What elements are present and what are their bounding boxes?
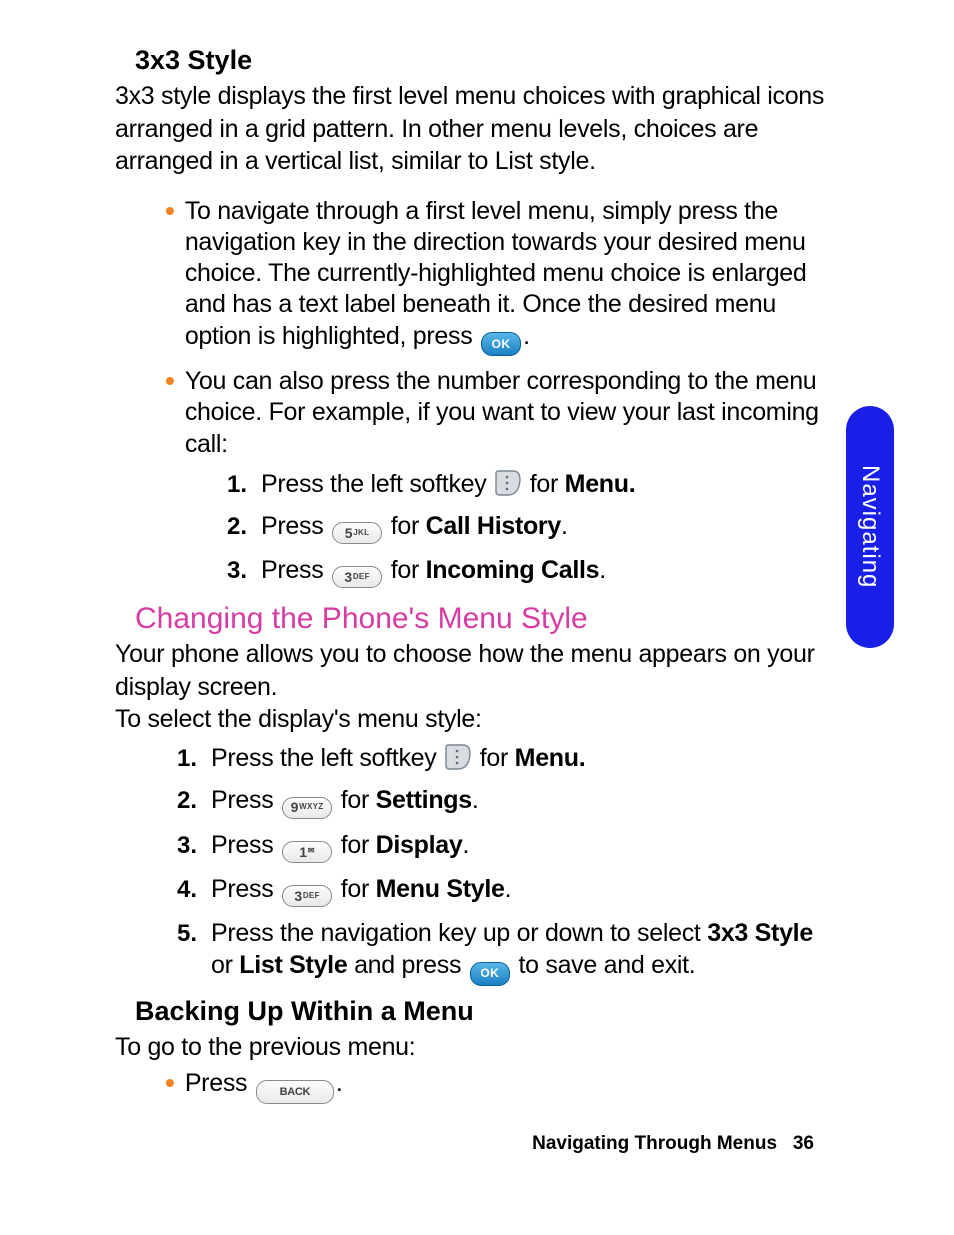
step-number: 2. bbox=[227, 513, 261, 541]
bullet-text: Press BACK. bbox=[185, 1068, 343, 1105]
text: . bbox=[462, 831, 469, 859]
bold-text: 3x3 Style bbox=[707, 919, 813, 947]
text: . bbox=[561, 512, 568, 540]
bullet-icon: • bbox=[165, 366, 175, 397]
step-text: Press the left softkey for Menu. bbox=[211, 742, 585, 775]
step-number: 3. bbox=[177, 832, 211, 860]
footer-title: Navigating Through Menus bbox=[532, 1133, 777, 1154]
step-text: Press the left softkey for Menu. bbox=[261, 468, 635, 501]
bullet-icon: • bbox=[165, 1068, 175, 1099]
text: To navigate through a first level menu, … bbox=[185, 197, 807, 350]
bold-text: Display bbox=[376, 831, 463, 859]
text: Press the navigation key up or down to s… bbox=[211, 919, 707, 947]
step-item: 1. Press the left softkey for Menu. bbox=[227, 468, 834, 501]
text: Press bbox=[211, 875, 280, 903]
heading-changing-menu-style: Changing the Phone's Menu Style bbox=[135, 602, 834, 636]
heading-3x3-style: 3x3 Style bbox=[135, 45, 834, 76]
step-text: Press 3DEF for Menu Style. bbox=[211, 873, 511, 907]
text: Press bbox=[211, 786, 280, 814]
step-item: 5. Press the navigation key up or down t… bbox=[177, 917, 834, 986]
step-item: 3. Press 1✉ for Display. bbox=[177, 829, 834, 863]
step-item: 2. Press 9WXYZ for Settings. bbox=[177, 784, 834, 818]
bold-text: Settings bbox=[376, 786, 472, 814]
text: Press bbox=[211, 831, 280, 859]
text: Press bbox=[261, 512, 330, 540]
text: to save and exit. bbox=[518, 951, 695, 979]
intro-paragraph: 3x3 style displays the first level menu … bbox=[115, 80, 834, 178]
text: . bbox=[505, 875, 512, 903]
bullet-item: • To navigate through a first level menu… bbox=[165, 196, 834, 357]
step-number: 3. bbox=[227, 557, 261, 585]
manual-page: 3x3 Style 3x3 style displays the first l… bbox=[0, 0, 954, 1235]
left-softkey-icon bbox=[445, 744, 471, 770]
step-text: Press 3DEF for Incoming Calls. bbox=[261, 554, 606, 588]
bold-text: List Style bbox=[239, 951, 347, 979]
step-number: 2. bbox=[177, 787, 211, 815]
text: for bbox=[530, 470, 565, 498]
section-tab-navigating: Navigating bbox=[846, 406, 894, 648]
text: for bbox=[391, 556, 426, 584]
text: for bbox=[391, 512, 426, 540]
ok-key-icon: OK bbox=[481, 332, 521, 356]
step-number: 1. bbox=[227, 471, 261, 499]
text: for bbox=[480, 744, 515, 772]
step-text: Press 1✉ for Display. bbox=[211, 829, 469, 863]
text: Press bbox=[185, 1069, 254, 1097]
numbered-steps: 1. Press the left softkey for Menu. 2. P… bbox=[177, 742, 834, 986]
paragraph: Your phone allows you to choose how the … bbox=[115, 638, 834, 703]
bold-text: Menu Style bbox=[376, 875, 505, 903]
key-1-icon: 1✉ bbox=[282, 841, 332, 863]
step-text: Press 9WXYZ for Settings. bbox=[211, 784, 479, 818]
text: or bbox=[211, 951, 239, 979]
text: . bbox=[523, 322, 530, 350]
step-number: 5. bbox=[177, 920, 211, 948]
step-text: Press 5JKL for Call History. bbox=[261, 510, 568, 544]
step-item: 4. Press 3DEF for Menu Style. bbox=[177, 873, 834, 907]
text: for bbox=[341, 786, 376, 814]
bullet-item: • Press BACK. bbox=[165, 1068, 834, 1105]
text: . bbox=[336, 1069, 343, 1097]
bold-text: Menu. bbox=[565, 470, 636, 498]
back-key-icon: BACK bbox=[256, 1080, 334, 1104]
paragraph: To select the display's menu style: bbox=[115, 703, 834, 736]
step-text: Press the navigation key up or down to s… bbox=[211, 917, 834, 986]
key-3-icon: 3DEF bbox=[332, 566, 382, 588]
key-3-icon: 3DEF bbox=[282, 885, 332, 907]
step-item: 3. Press 3DEF for Incoming Calls. bbox=[227, 554, 834, 588]
step-item: 2. Press 5JKL for Call History. bbox=[227, 510, 834, 544]
key-5-icon: 5JKL bbox=[332, 522, 382, 544]
text: . bbox=[599, 556, 606, 584]
bullet-item: • You can also press the number correspo… bbox=[165, 366, 834, 460]
bold-text: Call History bbox=[426, 512, 561, 540]
bullet-list: • Press BACK. bbox=[165, 1068, 834, 1105]
bullet-text: You can also press the number correspond… bbox=[185, 366, 834, 460]
bullet-icon: • bbox=[165, 196, 175, 227]
text: for bbox=[341, 831, 376, 859]
heading-backing-up: Backing Up Within a Menu bbox=[135, 996, 834, 1027]
section-tab-label: Navigating bbox=[856, 465, 884, 588]
text: and press bbox=[347, 951, 467, 979]
step-item: 1. Press the left softkey for Menu. bbox=[177, 742, 834, 775]
bold-text: Menu. bbox=[515, 744, 586, 772]
ok-key-icon: OK bbox=[470, 962, 510, 986]
paragraph: To go to the previous menu: bbox=[115, 1031, 834, 1064]
left-softkey-icon bbox=[495, 470, 521, 496]
bold-text: Incoming Calls bbox=[426, 556, 600, 584]
text: for bbox=[341, 875, 376, 903]
page-number: 36 bbox=[793, 1133, 814, 1154]
text: . bbox=[472, 786, 479, 814]
page-footer: Navigating Through Menus 36 bbox=[532, 1133, 814, 1155]
step-number: 1. bbox=[177, 745, 211, 773]
bullet-list: • To navigate through a first level menu… bbox=[165, 196, 834, 589]
bullet-text: To navigate through a first level menu, … bbox=[185, 196, 834, 357]
step-number: 4. bbox=[177, 876, 211, 904]
key-9-icon: 9WXYZ bbox=[282, 797, 332, 819]
text: Press the left softkey bbox=[261, 470, 493, 498]
text: Press the left softkey bbox=[211, 744, 443, 772]
text: Press bbox=[261, 556, 330, 584]
numbered-steps: 1. Press the left softkey for Menu. 2. P… bbox=[227, 468, 834, 589]
